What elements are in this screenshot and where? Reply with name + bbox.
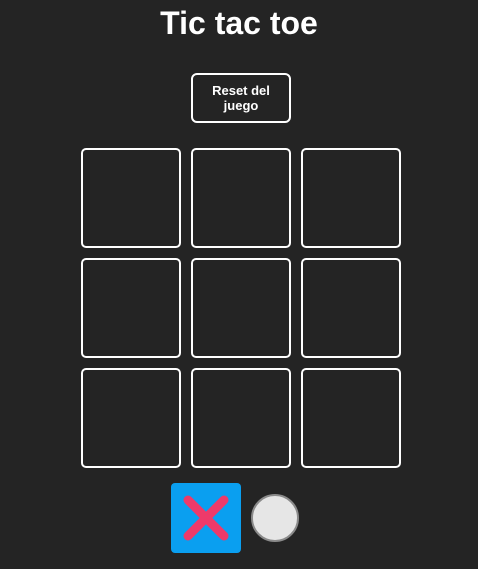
- turn-x-indicator: [171, 483, 241, 553]
- board-cell-8[interactable]: [191, 368, 291, 468]
- board-cell-3[interactable]: [301, 148, 401, 248]
- board-cell-5[interactable]: [191, 258, 291, 358]
- o-icon: [251, 494, 299, 542]
- board-cell-2[interactable]: [191, 148, 291, 248]
- turn-indicator: [171, 483, 299, 553]
- board-cell-9[interactable]: [301, 368, 401, 468]
- board-cell-1[interactable]: [81, 148, 181, 248]
- game-board: [81, 148, 401, 468]
- reset-game-button[interactable]: Reset del juego: [191, 73, 291, 123]
- board-cell-4[interactable]: [81, 258, 181, 358]
- board-cell-7[interactable]: [81, 368, 181, 468]
- page-title: Tic tac toe: [160, 5, 318, 41]
- board-cell-6[interactable]: [301, 258, 401, 358]
- x-icon: [183, 495, 229, 541]
